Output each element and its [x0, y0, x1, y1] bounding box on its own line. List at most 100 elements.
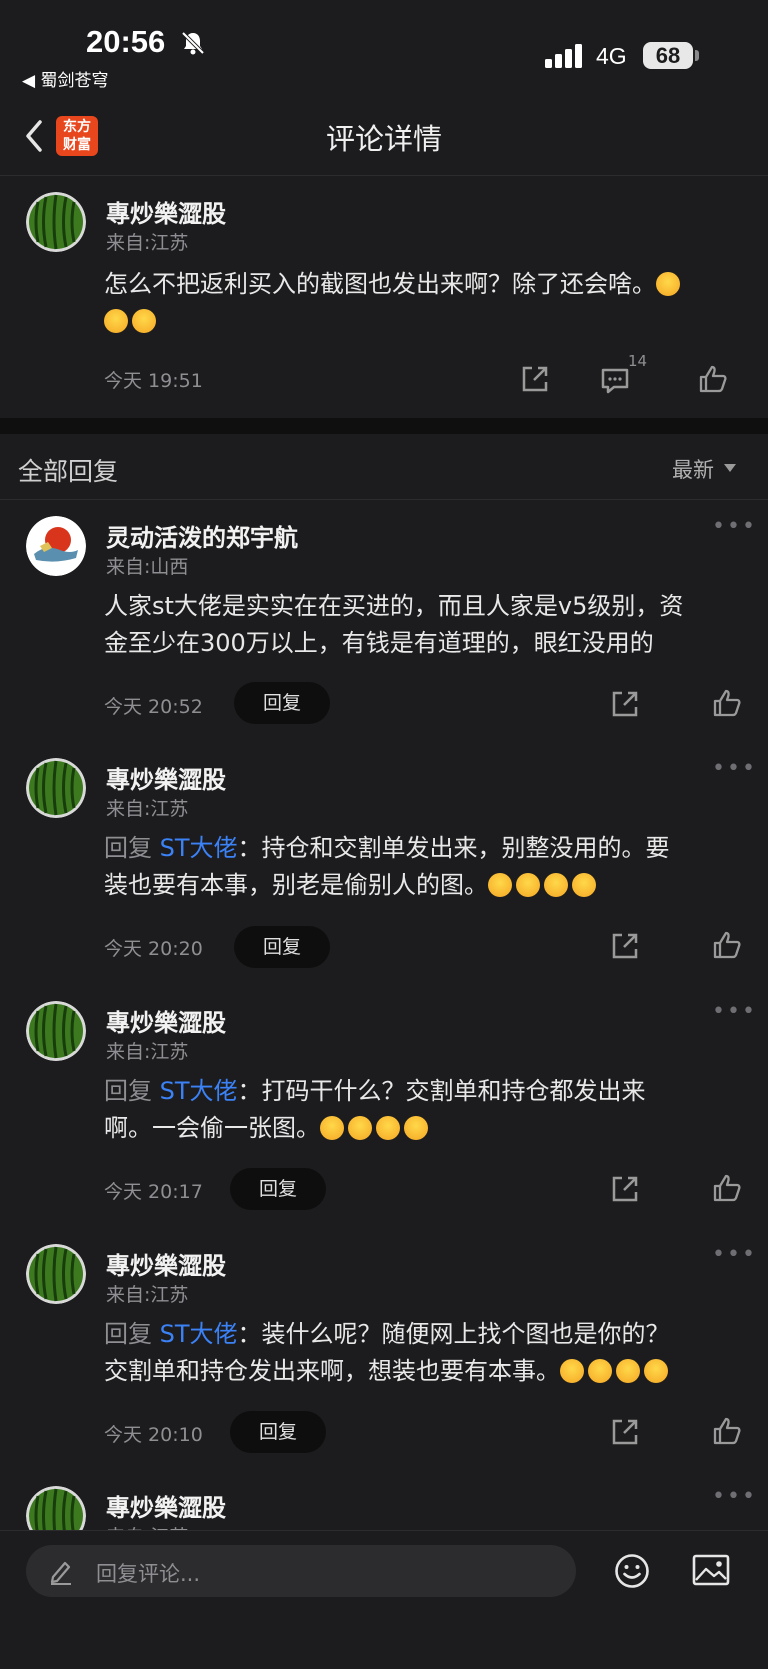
reply-prefix: 回复	[104, 834, 160, 862]
reply-location: 来自:江苏	[106, 1522, 188, 1530]
reply-item: 專炒樂澀股 ••• 来自:江苏 回复 ST大佬：持仓和交割单发出来，别整没用的。…	[0, 742, 768, 984]
avatar[interactable]	[26, 516, 86, 576]
more-dots-icon[interactable]: •••	[712, 514, 757, 539]
reply-text-line1: 人家st大佬是实实在在买进的，而且人家是v5级别，资	[104, 592, 684, 620]
avatar[interactable]	[26, 758, 86, 818]
reply-button[interactable]: 回复	[230, 1411, 326, 1453]
share-icon[interactable]	[610, 931, 640, 961]
avatar[interactable]	[26, 192, 86, 252]
watermelon-avatar-icon	[26, 1486, 86, 1530]
watermelon-avatar-icon	[26, 1244, 86, 1304]
reply-author[interactable]: 專炒樂澀股	[106, 1003, 226, 1038]
battery-level: 68	[643, 42, 693, 69]
signal-icon	[545, 44, 582, 68]
more-dots-icon[interactable]: •••	[712, 1242, 757, 1267]
reply-button[interactable]: 回复	[230, 1168, 326, 1210]
reply-text-line2: 交割单和持仓发出来啊，想装也要有本事。	[104, 1357, 560, 1385]
image-icon[interactable]	[692, 1553, 730, 1587]
grin-emoji-icon	[560, 1359, 584, 1383]
grin-emoji-icon	[588, 1359, 612, 1383]
bell-off-icon	[181, 31, 205, 55]
replies-title: 全部回复	[18, 457, 119, 486]
share-icon[interactable]	[610, 1417, 640, 1447]
thinking-emoji-icon	[488, 873, 512, 897]
reply-text-line1: ：打码干什么？交割单和持仓都发出来	[237, 1077, 646, 1105]
main-comment: 專炒樂澀股 来自:江苏 怎么不把返利买入的截图也发出来啊？除了还会啥。 今天 1…	[0, 176, 768, 418]
thinking-emoji-icon	[376, 1116, 400, 1140]
reply-location: 来自:山西	[106, 556, 189, 578]
reply-item: 專炒樂澀股 ••• 来自:江苏	[0, 1470, 768, 1530]
reply-location: 来自:江苏	[106, 1284, 189, 1306]
reply-text: 回复 ST大佬：持仓和交割单发出来，别整没用的。要 装也要有本事，别老是偷别人的…	[104, 830, 744, 904]
reply-author[interactable]: 專炒樂澀股	[106, 1246, 226, 1281]
pencil-icon	[50, 1561, 71, 1585]
reply-author[interactable]: 灵动活泼的郑宇航	[106, 518, 298, 553]
network-type: 4G	[596, 43, 627, 69]
share-icon[interactable]	[610, 689, 640, 719]
sort-dropdown[interactable]: 最新	[672, 454, 714, 484]
grin-emoji-icon	[616, 1359, 640, 1383]
reply-text-line2: 装也要有本事，别老是偷别人的图。	[104, 871, 488, 899]
caret-down-icon[interactable]	[724, 464, 736, 472]
comment-icon[interactable]	[600, 366, 630, 396]
smile-icon[interactable]	[614, 1553, 650, 1589]
reply-text-line2: 啊。一会偷一张图。	[104, 1114, 320, 1142]
thinking-emoji-icon	[516, 873, 540, 897]
comment-input-bar: 回复评论...	[0, 1530, 768, 1669]
reply-text: 人家st大佬是实实在在买进的，而且人家是v5级别，资 金至少在300万以上，有钱…	[104, 588, 744, 662]
reply-button[interactable]: 回复	[234, 926, 330, 968]
status-bar: 20:56 ◀ 蜀剑苍穹 4G 68	[0, 0, 768, 98]
more-dots-icon[interactable]: •••	[712, 756, 757, 781]
share-icon[interactable]	[520, 364, 550, 394]
reply-location: 来自:江苏	[106, 798, 189, 820]
reply-text-line1: ：持仓和交割单发出来，别整没用的。要	[237, 834, 670, 862]
comment-time: 今天 19:51	[104, 370, 203, 392]
watermelon-avatar-icon	[26, 758, 86, 818]
reply-author[interactable]: 專炒樂澀股	[106, 760, 226, 795]
thinking-emoji-icon	[320, 1116, 344, 1140]
thinking-emoji-icon	[572, 873, 596, 897]
comment-text: 怎么不把返利买入的截图也发出来啊？除了还会啥。	[104, 266, 734, 340]
battery-tip	[695, 50, 699, 61]
reply-author[interactable]: 專炒樂澀股	[106, 1488, 226, 1523]
thumbs-up-icon[interactable]	[698, 364, 728, 394]
mention-link[interactable]: ST大佬	[160, 1077, 238, 1105]
reply-item: 專炒樂澀股 ••• 来自:江苏 回复 ST大佬：打码干什么？交割单和持仓都发出来…	[0, 985, 768, 1227]
reply-input-placeholder: 回复评论...	[96, 1562, 201, 1586]
section-divider	[0, 418, 768, 434]
mention-link[interactable]: ST大佬	[160, 1320, 238, 1348]
thumbs-up-icon[interactable]	[712, 1416, 742, 1446]
mention-link[interactable]: ST大佬	[160, 834, 238, 862]
comment-location: 来自:江苏	[106, 232, 189, 254]
page-title: 评论详情	[325, 122, 442, 156]
avatar[interactable]	[26, 1244, 86, 1304]
more-dots-icon[interactable]: •••	[712, 1484, 757, 1509]
thinking-emoji-icon	[404, 1116, 428, 1140]
reply-item: 專炒樂澀股 ••• 来自:江苏 回复 ST大佬：装什么呢？随便网上找个图也是你的…	[0, 1228, 768, 1470]
thumbs-up-icon[interactable]	[712, 1173, 742, 1203]
thumbs-up-icon[interactable]	[712, 688, 742, 718]
more-dots-icon[interactable]: •••	[712, 999, 757, 1024]
comment-count: 14	[628, 352, 648, 370]
replies-header: 全部回复 最新	[0, 434, 768, 500]
reply-button[interactable]: 回复	[234, 682, 330, 724]
grin-emoji-icon	[656, 272, 680, 296]
reply-input[interactable]: 回复评论...	[26, 1545, 576, 1597]
watermelon-avatar-icon	[26, 1001, 86, 1061]
back-to-app-link[interactable]: ◀ 蜀剑苍穹	[22, 66, 108, 91]
reply-text: 回复 ST大佬：打码干什么？交割单和持仓都发出来 啊。一会偷一张图。	[104, 1073, 744, 1147]
thinking-emoji-icon	[348, 1116, 372, 1140]
avatar[interactable]	[26, 1001, 86, 1061]
reply-time: 今天 20:10	[104, 1424, 203, 1446]
reply-text-line1: ：装什么呢？随便网上找个图也是你的？	[237, 1320, 670, 1348]
illustration-avatar-icon	[26, 516, 86, 576]
thumbs-up-icon[interactable]	[712, 930, 742, 960]
share-icon[interactable]	[610, 1174, 640, 1204]
thinking-emoji-icon	[544, 873, 568, 897]
comment-author[interactable]: 專炒樂澀股	[106, 194, 226, 229]
reply-item: 灵动活泼的郑宇航 ••• 来自:山西 人家st大佬是实实在在买进的，而且人家是v…	[0, 500, 768, 740]
reply-time: 今天 20:52	[104, 696, 203, 718]
avatar[interactable]	[26, 1486, 86, 1530]
reply-text: 回复 ST大佬：装什么呢？随便网上找个图也是你的？ 交割单和持仓发出来啊，想装也…	[104, 1316, 744, 1390]
reply-time: 今天 20:17	[104, 1181, 203, 1203]
